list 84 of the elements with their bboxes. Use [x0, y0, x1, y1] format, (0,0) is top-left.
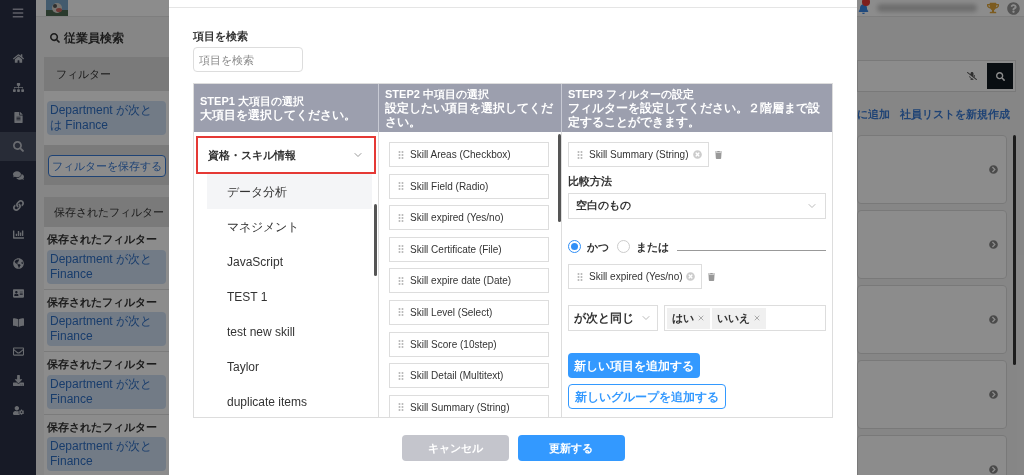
step-title: STEP1 大項目の選択 [200, 94, 305, 108]
clear-icon[interactable] [693, 150, 702, 159]
filter-tag: Department が次と は Finance [47, 101, 166, 135]
home-icon [12, 53, 24, 65]
filter-tag: Department が次と Finance [47, 374, 166, 409]
field-item[interactable]: Skill Certificate (File) [389, 236, 549, 262]
search-label: 項目を検索 [193, 30, 249, 43]
value-multi-select[interactable]: はい いいえ [664, 305, 826, 331]
subcategory-item[interactable]: duplicate items [207, 384, 372, 417]
field-item[interactable]: Skill Field (Radio) [389, 173, 549, 199]
condition-field[interactable]: Skill Summary (String) [568, 142, 709, 167]
subcategory-item[interactable]: データ分析 [207, 174, 372, 209]
field-item[interactable]: Skill Score (10step) [389, 331, 549, 357]
menu-icon[interactable] [12, 7, 24, 19]
remove-icon[interactable] [753, 314, 761, 322]
step-title: STEP3 フィルターの設定 [568, 87, 695, 101]
download-icon [12, 375, 24, 387]
filter-tag: Department が次と Finance [47, 312, 166, 347]
trash-icon[interactable] [715, 150, 722, 159]
microphone-off-icon[interactable] [967, 71, 977, 81]
search-field[interactable]: 項目を検索 [193, 47, 303, 72]
field-label: 比較方法 [568, 174, 613, 189]
chevron-right-icon[interactable] [989, 464, 998, 474]
subcategory-item[interactable]: Taylor [207, 349, 372, 384]
panel-title: フィルター [56, 66, 111, 82]
chevron-right-icon[interactable] [989, 239, 998, 249]
chevron-right-icon[interactable] [989, 389, 998, 399]
operator-select[interactable]: が次と同じ [568, 305, 658, 331]
search-field[interactable] [857, 60, 1016, 92]
subcategory-item[interactable]: TEST 1 [207, 279, 372, 314]
link-icon [12, 199, 24, 211]
clear-icon[interactable] [686, 272, 695, 281]
radio-option[interactable]: かつ [568, 238, 609, 255]
scrollbar-thumb[interactable] [558, 134, 561, 222]
step-subtitle: フィルターを設定してください。２階層まで設定することができます。 [568, 101, 821, 129]
search-button[interactable] [987, 63, 1013, 89]
subcategory-item[interactable]: JavaScript [207, 244, 372, 279]
field-item[interactable]: Skill expire date (Date) [389, 268, 549, 294]
page-title: 従業員検索 [64, 30, 124, 47]
chart-icon [12, 228, 24, 240]
search-icon [50, 33, 60, 43]
help-icon[interactable] [1007, 1, 1020, 15]
subcategory-item[interactable]: マネジメント [207, 209, 372, 244]
globe-icon [12, 258, 24, 270]
field-item[interactable]: Skill Level (Select) [389, 299, 549, 325]
trash-icon[interactable] [708, 272, 715, 281]
step-title: STEP2 中項目の選択 [385, 87, 490, 101]
field-item[interactable]: Skill expired (Yes/no) [389, 205, 549, 231]
saved-filter-name[interactable]: 保存されたフィルター [47, 356, 166, 373]
saved-filter-name[interactable]: 保存されたフィルター [47, 418, 166, 436]
step-subtitle: 設定したい項目を選択してください。 [385, 101, 554, 129]
chevron-right-icon[interactable] [989, 164, 998, 174]
notification-badge [862, 0, 870, 6]
scrollbar-thumb[interactable] [374, 204, 377, 276]
chat-icon [12, 170, 24, 182]
filter-tag: Department が次と Finance [47, 437, 166, 472]
field-item[interactable]: Skill Areas (Checkbox) [389, 142, 549, 167]
search-icon [995, 71, 1005, 81]
book-icon [12, 316, 24, 328]
radio-option[interactable]: または [617, 238, 669, 255]
document-icon [12, 111, 24, 123]
search-icon [12, 141, 24, 153]
trophy-icon[interactable] [987, 2, 999, 14]
condition-field[interactable]: Skill expired (Yes/no) [568, 264, 702, 289]
saved-filter-name[interactable]: 保存されたフィルター [47, 293, 166, 311]
mail-icon [12, 346, 24, 358]
sitemap-icon [12, 82, 24, 94]
value-tag: いいえ [712, 307, 766, 329]
field-item[interactable]: Skill Summary (String) [389, 394, 549, 417]
category-item[interactable]: 資格・スキル情報 [196, 136, 376, 174]
step-subtitle: 大項目を選択してください。 [200, 108, 357, 122]
remove-icon[interactable] [697, 314, 705, 322]
filter-tag: Department が次と Finance [47, 249, 166, 284]
scrollbar-thumb[interactable] [1013, 134, 1016, 365]
field-item[interactable]: Skill Detail (Multitext) [389, 363, 549, 389]
panel-title: 保存されたフィルター [54, 205, 164, 220]
sidebar-item[interactable] [0, 131, 36, 162]
saved-filter-name[interactable]: 保存されたフィルター [47, 231, 166, 248]
chevron-right-icon[interactable] [989, 314, 998, 324]
contact-card-icon [12, 287, 24, 299]
value-tag: はい [667, 307, 710, 329]
subcategory-item[interactable]: test new skill [207, 314, 372, 349]
comparison-select[interactable]: 空白のもの [568, 192, 826, 219]
user-settings-icon [12, 404, 24, 416]
